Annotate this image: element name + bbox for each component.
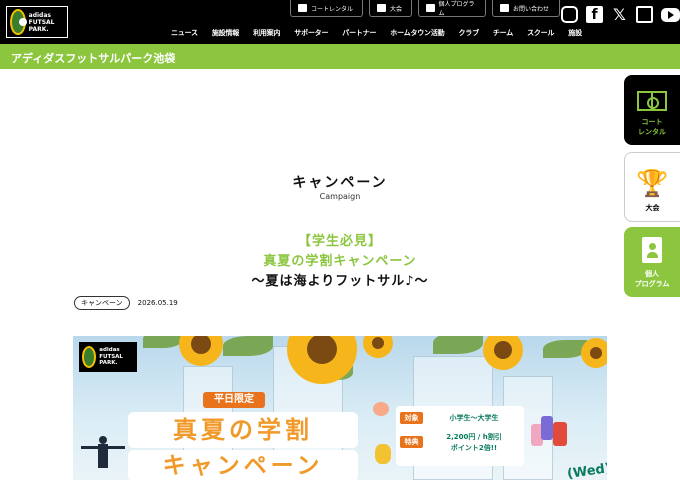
- article-date: 2026.05.19: [137, 299, 178, 307]
- personal-program-button[interactable]: 個人プログラム: [418, 0, 486, 17]
- headline-line-2: 真夏の学割キャンペーン: [263, 254, 417, 269]
- target-value: 小学生〜大学生: [449, 414, 499, 422]
- campaign-banner-image: adidas FUTSAL PARK. 平日限定 真夏の学割 キャンペーン 対象…: [73, 336, 607, 480]
- contact-label: お問い合わせ: [513, 5, 550, 13]
- side-tab-court-label: コート レンタル: [638, 118, 666, 136]
- nav-item-news[interactable]: ニュース: [164, 28, 205, 38]
- site-logo[interactable]: adidas FUTSAL PARK.: [6, 6, 68, 38]
- leaf-shape: [143, 336, 183, 348]
- court-rental-button[interactable]: コートレンタル: [290, 0, 363, 17]
- nav-item-team[interactable]: チーム: [486, 28, 520, 38]
- social-links: f 𝕏: [561, 5, 680, 24]
- sunflower-icon: [483, 336, 523, 370]
- site-name-bar: アディダスフットサルパーク池袋: [0, 44, 680, 69]
- contact-button[interactable]: お問い合わせ: [492, 0, 560, 17]
- banner-info-box: 対象 小学生〜大学生 特典 2,200円 / h割引 ポイント2倍!!: [396, 406, 524, 466]
- banner-subtitle: キャンペーン: [128, 450, 358, 480]
- leaf-shape: [433, 336, 483, 354]
- nav-item-facility[interactable]: 施設: [561, 28, 589, 38]
- nav-item-partner[interactable]: パートナー: [335, 28, 383, 38]
- article-meta: キャンペーン 2026.05.19: [74, 296, 178, 310]
- headline-line-3: 〜夏は海よりフットサル♪〜: [251, 274, 429, 289]
- banner-wed-text: (Wed): [566, 461, 607, 480]
- site-header: adidas FUTSAL PARK. コートレンタル 大会 個人プログラム お…: [0, 0, 680, 44]
- personal-program-label: 個人プログラム: [438, 1, 475, 17]
- sunflower-icon: [179, 336, 223, 366]
- category-badge[interactable]: キャンペーン: [74, 296, 130, 310]
- player-silhouette: [81, 436, 125, 480]
- perk-value-1: 2,200円 / h割引: [446, 433, 502, 441]
- nav-item-club[interactable]: クラブ: [451, 28, 485, 38]
- weekday-only-tag: 平日限定: [203, 392, 265, 408]
- perk-badge: 特典: [400, 436, 423, 448]
- main-nav: ニュース 施設情報 利用案内 サポーター パートナー ホームタウン活動 クラブ …: [164, 28, 589, 38]
- trophy-icon: [377, 4, 386, 12]
- target-badge: 対象: [400, 412, 423, 424]
- leaf-shape: [223, 336, 273, 356]
- sunflower-icon: [363, 336, 393, 358]
- sunflower-icon: [581, 338, 607, 368]
- nav-item-school[interactable]: スクール: [520, 28, 561, 38]
- bookmark-icon[interactable]: [636, 6, 653, 23]
- perk-value-2: ポイント2倍!!: [450, 444, 498, 452]
- page-subtitle: Campaign: [319, 192, 361, 201]
- facebook-icon[interactable]: f: [586, 6, 603, 23]
- article-headline: 【学生必見】 真夏の学割キャンペーン 〜夏は海よりフットサル♪〜: [0, 232, 680, 292]
- nav-item-hometown[interactable]: ホームタウン活動: [383, 28, 451, 38]
- youtube-icon[interactable]: [661, 7, 680, 22]
- sweets-illustration: [531, 416, 569, 450]
- peach-icon: [373, 402, 389, 416]
- futsal-ball-icon: [10, 9, 27, 35]
- banner-logo-text: adidas FUTSAL PARK.: [99, 347, 123, 367]
- tournament-label: 大会: [390, 5, 403, 13]
- logo-text: adidas FUTSAL PARK.: [28, 11, 55, 33]
- nav-item-facility-info[interactable]: 施設情報: [205, 28, 246, 38]
- person-icon: [426, 4, 435, 12]
- court-rental-label: コートレンタル: [311, 5, 354, 13]
- site-name[interactable]: アディダスフットサルパーク池袋: [11, 50, 175, 66]
- page-title: キャンペーン: [292, 175, 388, 191]
- headline-line-1: 【学生必見】: [297, 234, 382, 249]
- futsal-ball-icon: [82, 346, 97, 368]
- utility-nav: コートレンタル 大会 個人プログラム お問い合わせ: [290, 0, 560, 17]
- side-tab-court-rental[interactable]: コート レンタル: [624, 75, 680, 145]
- tournament-button[interactable]: 大会: [369, 0, 412, 17]
- field-icon: [637, 91, 667, 111]
- field-icon: [298, 4, 307, 12]
- banner-title: 真夏の学割: [128, 412, 358, 448]
- nav-item-guide[interactable]: 利用案内: [246, 28, 287, 38]
- x-icon[interactable]: 𝕏: [611, 5, 628, 24]
- nav-item-supporter[interactable]: サポーター: [287, 28, 335, 38]
- instagram-icon[interactable]: [561, 6, 578, 23]
- pineapple-icon: [375, 444, 391, 464]
- banner-logo: adidas FUTSAL PARK.: [79, 342, 137, 372]
- side-tab-tournament-label: 大会: [645, 204, 660, 212]
- mail-icon: [500, 4, 509, 12]
